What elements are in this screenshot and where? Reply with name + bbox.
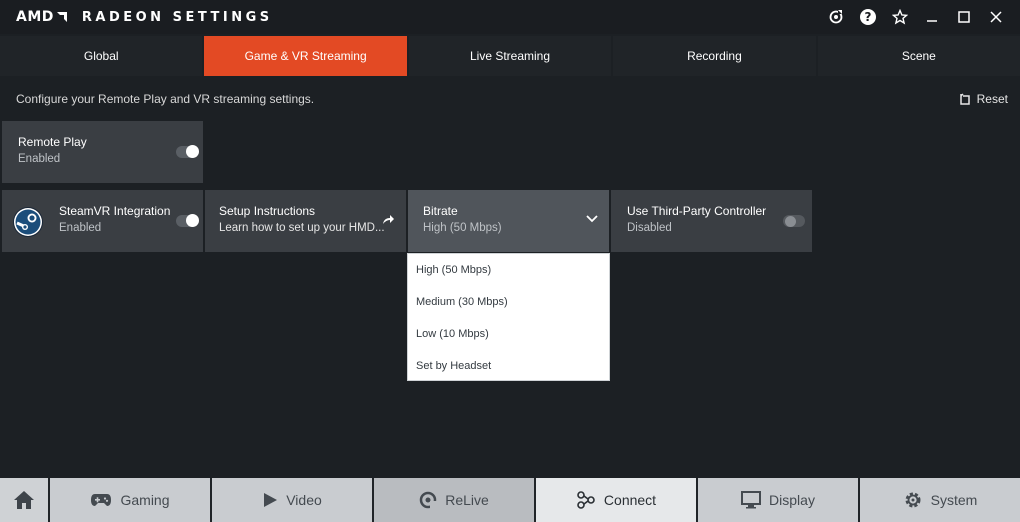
help-icon: ? <box>860 9 876 25</box>
toggle-knob <box>785 216 796 227</box>
steamvr-tile[interactable]: SteamVR Integration Enabled <box>2 190 203 252</box>
share-arrow-icon <box>383 215 394 224</box>
maximize-icon <box>958 11 970 23</box>
bitrate-option-high[interactable]: High (50 Mbps) <box>408 254 609 286</box>
nav-relive[interactable]: ReLive <box>374 478 534 522</box>
home-button[interactable] <box>0 478 48 522</box>
bitrate-title: Bitrate <box>423 204 458 218</box>
maximize-button[interactable] <box>948 0 980 34</box>
tab-game-vr-streaming[interactable]: Game & VR Streaming <box>204 36 407 76</box>
bitrate-dropdown[interactable]: Bitrate High (50 Mbps) <box>408 190 609 252</box>
setup-instructions-tile[interactable]: Setup Instructions Learn how to set up y… <box>205 190 406 252</box>
close-icon <box>990 11 1002 23</box>
setup-title: Setup Instructions <box>219 204 316 218</box>
nav-connect[interactable]: Connect <box>536 478 696 522</box>
bitrate-options-list: High (50 Mbps) Medium (30 Mbps) Low (10 … <box>407 253 610 381</box>
chevron-down-icon <box>586 215 598 223</box>
tab-recording[interactable]: Recording <box>613 36 816 76</box>
reset-button[interactable]: Reset <box>959 92 1008 106</box>
nav-video[interactable]: Video <box>212 478 372 522</box>
nav-video-label: Video <box>286 492 322 508</box>
nav-relive-label: ReLive <box>445 492 489 508</box>
connect-icon <box>577 491 595 509</box>
relive-icon <box>419 491 438 509</box>
star-icon <box>892 9 908 25</box>
remote-play-tile[interactable]: Remote Play Enabled <box>2 121 203 183</box>
help-button[interactable]: ? <box>852 0 884 34</box>
steamvr-toggle[interactable] <box>176 214 199 227</box>
refresh-icon <box>829 10 843 24</box>
tab-live-streaming[interactable]: Live Streaming <box>408 36 612 76</box>
update-button[interactable] <box>820 0 852 34</box>
app-title: RADEON SETTINGS <box>81 9 273 25</box>
bottom-nav: Gaming Video ReLive Connect Display Syst… <box>0 478 1020 522</box>
bitrate-option-low[interactable]: Low (10 Mbps) <box>408 318 609 350</box>
nav-connect-label: Connect <box>603 492 657 508</box>
amd-logo-text: AMD <box>16 9 54 25</box>
tab-global[interactable]: Global <box>0 36 203 76</box>
top-tabs: Global Game & VR Streaming Live Streamin… <box>0 36 1020 76</box>
amd-arrow-icon <box>56 12 67 22</box>
minimize-button[interactable] <box>916 0 948 34</box>
nav-display[interactable]: Display <box>698 478 858 522</box>
toggle-knob <box>186 214 199 227</box>
svg-text:?: ? <box>865 10 872 24</box>
favorite-button[interactable] <box>884 0 916 34</box>
setup-description: Learn how to set up your HMD... <box>219 222 385 234</box>
controller-toggle[interactable] <box>783 215 805 227</box>
toggle-knob <box>186 145 199 158</box>
nav-display-label: Display <box>769 492 815 508</box>
home-icon <box>14 491 34 509</box>
remote-play-status: Enabled <box>18 153 61 165</box>
nav-system-label: System <box>930 492 978 508</box>
third-party-controller-tile[interactable]: Use Third-Party Controller Disabled <box>611 190 812 252</box>
title-bar: AMD RADEON SETTINGS ? <box>0 0 1020 34</box>
remote-play-title: Remote Play <box>18 135 87 149</box>
gamepad-icon <box>91 494 112 506</box>
play-icon <box>264 493 278 507</box>
page-subtitle: Configure your Remote Play and VR stream… <box>16 92 315 106</box>
reset-label: Reset <box>976 92 1008 106</box>
gear-icon <box>905 492 921 508</box>
close-button[interactable] <box>980 0 1012 34</box>
nav-system[interactable]: System <box>860 478 1020 522</box>
brand: AMD RADEON SETTINGS <box>16 9 273 25</box>
bitrate-option-medium[interactable]: Medium (30 Mbps) <box>408 286 609 318</box>
nav-gaming-label: Gaming <box>120 492 170 508</box>
amd-logo: AMD <box>16 9 68 25</box>
bitrate-value: High (50 Mbps) <box>423 222 502 234</box>
nav-gaming[interactable]: Gaming <box>50 478 210 522</box>
steam-icon <box>13 207 43 237</box>
window-controls: ? <box>820 0 1012 34</box>
remote-play-toggle[interactable] <box>176 145 199 158</box>
reset-icon <box>959 93 970 105</box>
minimize-icon <box>927 20 937 22</box>
tab-scene[interactable]: Scene <box>817 36 1020 76</box>
bitrate-option-headset[interactable]: Set by Headset <box>408 350 609 382</box>
monitor-icon <box>741 491 762 509</box>
